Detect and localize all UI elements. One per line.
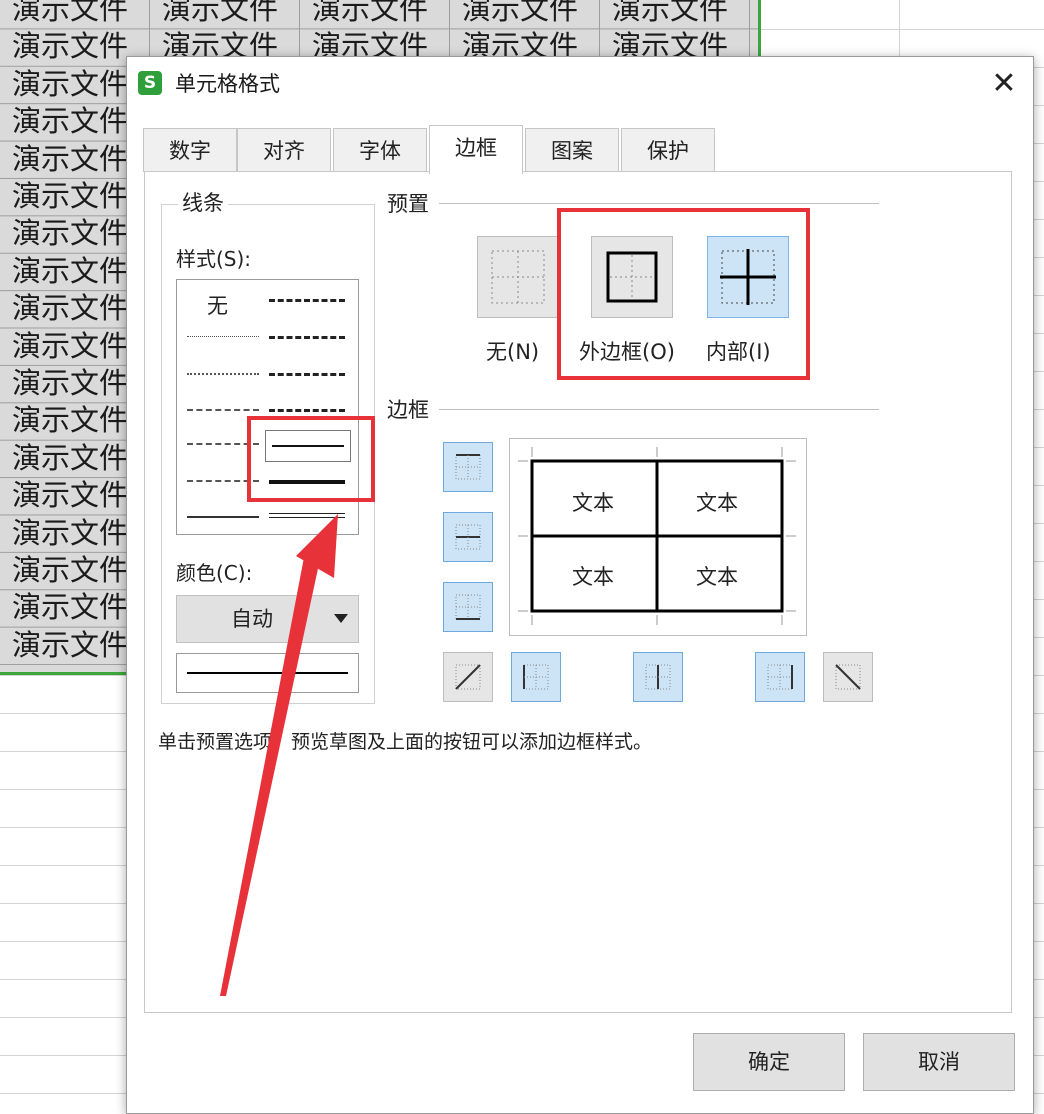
tab-border[interactable]: 边框 (429, 125, 523, 174)
